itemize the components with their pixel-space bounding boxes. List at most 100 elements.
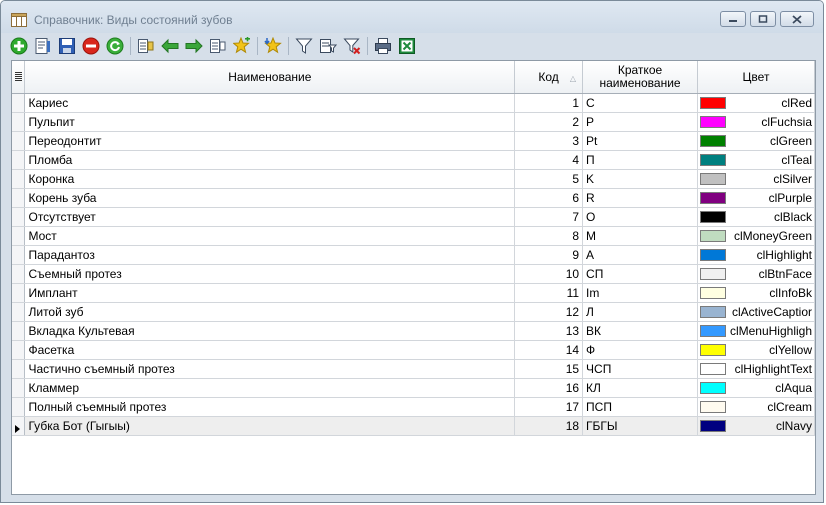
column-header-short-name[interactable]: Краткое наименование — [582, 61, 698, 94]
data-grid[interactable]: Наименование Код △ Краткое наименование Цв… — [11, 60, 816, 495]
row-indicator[interactable] — [12, 264, 26, 284]
table-row[interactable]: Губка Бот (Гыгыы) 18 ГБГЫ clNavy — [12, 416, 815, 436]
row-indicator[interactable] — [12, 245, 26, 265]
cell-short-name[interactable]: A — [582, 245, 698, 265]
cell-code[interactable]: 16 — [514, 378, 584, 398]
excel-export-button[interactable] — [396, 35, 418, 57]
table-row[interactable]: Вкладка Культевая 13 ВК clMenuHighligh — [12, 321, 815, 341]
cell-code[interactable]: 13 — [514, 321, 584, 341]
cell-code[interactable]: 18 — [514, 416, 584, 436]
cell-short-name[interactable]: O — [582, 207, 698, 227]
cell-color[interactable]: clTeal — [697, 150, 815, 170]
cell-short-name[interactable]: Im — [582, 283, 698, 303]
cell-color[interactable]: clFuchsia — [697, 112, 815, 132]
cell-name[interactable]: Губка Бот (Гыгыы) — [24, 416, 516, 436]
cell-code[interactable]: 2 — [514, 112, 584, 132]
table-row[interactable]: Кариес 1 CclRed — [12, 93, 815, 113]
cell-short-name[interactable]: Л — [582, 302, 698, 322]
cell-short-name[interactable]: K — [582, 169, 698, 189]
table-row[interactable]: Пульпит 2 PclFuchsia — [12, 112, 815, 132]
cell-code[interactable]: 4 — [514, 150, 584, 170]
cell-color[interactable]: clBtnFace — [697, 264, 815, 284]
cell-code[interactable]: 15 — [514, 359, 584, 379]
cell-color[interactable]: clGreen — [697, 131, 815, 151]
cell-name[interactable]: Литой зуб — [24, 302, 516, 322]
cell-name[interactable]: Частично съемный протез — [24, 359, 516, 379]
cell-color[interactable]: clAqua — [697, 378, 815, 398]
table-row[interactable]: Съемный протез 10 СП clBtnFace — [12, 264, 815, 284]
cell-short-name[interactable]: P — [582, 112, 698, 132]
table-row[interactable]: Отсутствует 7 OclBlack — [12, 207, 815, 227]
table-row[interactable]: Парадантоз 9 AclHighlight — [12, 245, 815, 265]
title-bar[interactable]: Справочник: Виды состояний зубов — [1, 1, 823, 33]
cell-name[interactable]: Корень зуба — [24, 188, 516, 208]
columns-setup-button[interactable] — [207, 35, 229, 57]
cell-short-name[interactable]: R — [582, 188, 698, 208]
cell-short-name[interactable]: Ф — [582, 340, 698, 360]
row-indicator[interactable] — [12, 131, 26, 151]
table-row[interactable]: Фасетка 14 ФclYellow — [12, 340, 815, 360]
print-button[interactable] — [372, 35, 394, 57]
cell-color[interactable]: clCream — [697, 397, 815, 417]
cell-name[interactable]: Вкладка Культевая — [24, 321, 516, 341]
cell-color[interactable]: clRed — [697, 93, 815, 113]
cell-code[interactable]: 9 — [514, 245, 584, 265]
cell-name[interactable]: Мост — [24, 226, 516, 246]
cell-short-name[interactable]: M — [582, 226, 698, 246]
table-row[interactable]: Кламмер 16 КЛ clAqua — [12, 378, 815, 398]
cell-color[interactable]: clInfoBk — [697, 283, 815, 303]
cell-name[interactable]: Переодонтит — [24, 131, 516, 151]
cell-code[interactable]: 8 — [514, 226, 584, 246]
row-indicator[interactable] — [12, 359, 26, 379]
cell-color[interactable]: clHighlight — [697, 245, 815, 265]
close-button[interactable] — [780, 11, 814, 27]
row-indicator[interactable] — [12, 112, 26, 132]
row-indicator[interactable] — [12, 340, 26, 360]
cell-color[interactable]: clYellow — [697, 340, 815, 360]
table-row[interactable]: Полный съемный протез 17 ПСП clCream — [12, 397, 815, 417]
row-indicator[interactable] — [12, 226, 26, 246]
cell-name[interactable]: Кариес — [24, 93, 516, 113]
cell-code[interactable]: 1 — [514, 93, 584, 113]
cell-short-name[interactable]: ЧСП — [582, 359, 698, 379]
save-button[interactable] — [56, 35, 78, 57]
add-button[interactable] — [8, 35, 30, 57]
cell-name[interactable]: Коронка — [24, 169, 516, 189]
filter-button[interactable] — [293, 35, 315, 57]
row-indicator[interactable] — [12, 169, 26, 189]
table-row[interactable]: Коронка 5 KclSilver — [12, 169, 815, 189]
cell-code[interactable]: 11 — [514, 283, 584, 303]
cell-name[interactable]: Полный съемный протез — [24, 397, 516, 417]
row-indicator[interactable] — [12, 283, 26, 303]
cell-name[interactable]: Отсутствует — [24, 207, 516, 227]
cell-short-name[interactable]: ПСП — [582, 397, 698, 417]
row-indicator[interactable] — [12, 416, 26, 436]
row-indicator[interactable] — [12, 188, 26, 208]
cell-short-name[interactable]: C — [582, 93, 698, 113]
row-indicator[interactable] — [12, 378, 26, 398]
row-indicator[interactable] — [12, 397, 26, 417]
column-header-code[interactable]: Код △ — [514, 61, 584, 94]
cell-short-name[interactable]: ГБГЫ — [582, 416, 698, 436]
row-indicator[interactable] — [12, 150, 26, 170]
maximize-button[interactable] — [750, 11, 776, 27]
column-chooser-header[interactable] — [12, 61, 26, 94]
cell-color[interactable]: clMoneyGreen — [697, 226, 815, 246]
row-indicator[interactable] — [12, 321, 26, 341]
cell-short-name[interactable]: ВК — [582, 321, 698, 341]
cell-name[interactable]: Пульпит — [24, 112, 516, 132]
row-indicator[interactable] — [12, 302, 26, 322]
favorite-down-button[interactable] — [262, 35, 284, 57]
favorite-add-button[interactable] — [231, 35, 253, 57]
cell-code[interactable]: 14 — [514, 340, 584, 360]
row-indicator[interactable] — [12, 207, 26, 227]
cell-name[interactable]: Съемный протез — [24, 264, 516, 284]
minimize-button[interactable] — [720, 11, 746, 27]
cell-short-name[interactable]: Pt — [582, 131, 698, 151]
cell-code[interactable]: 6 — [514, 188, 584, 208]
cell-code[interactable]: 7 — [514, 207, 584, 227]
edit-button[interactable] — [32, 35, 54, 57]
table-row[interactable]: Литой зуб 12 ЛclActiveCaptior — [12, 302, 815, 322]
filter-clear-button[interactable] — [341, 35, 363, 57]
move-left-button[interactable] — [159, 35, 181, 57]
